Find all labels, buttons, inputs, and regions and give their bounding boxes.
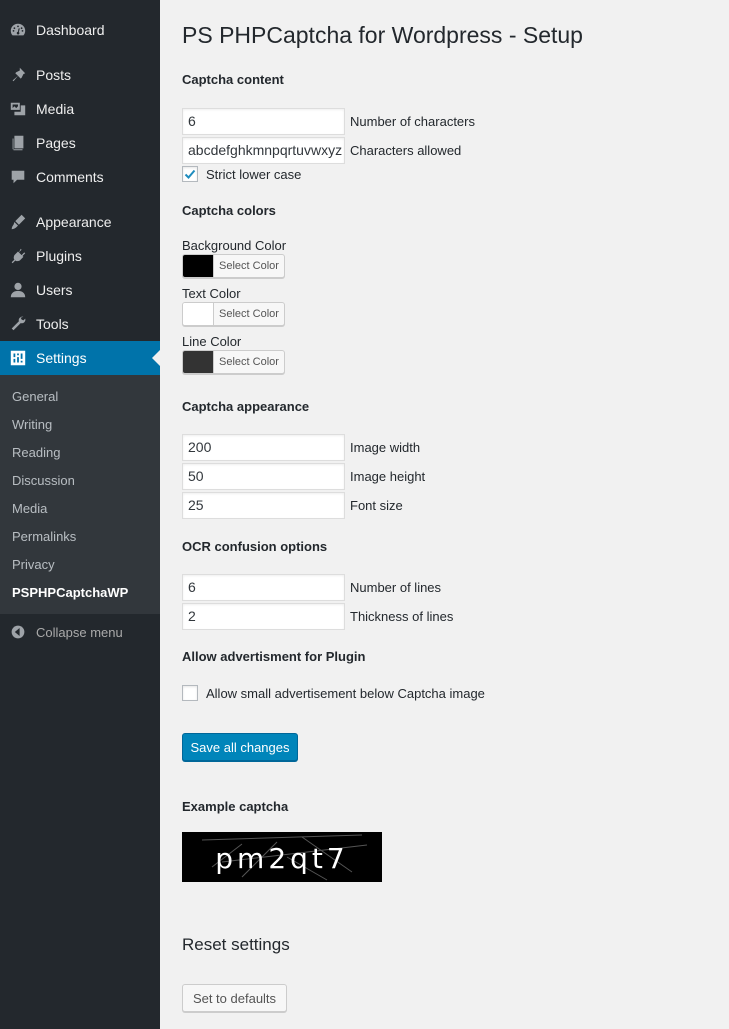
menu-label: Appearance [36,214,112,230]
num-lines-input[interactable]: 6 [182,574,345,601]
submenu-general[interactable]: General [12,389,58,404]
reset-settings-heading: Reset settings [182,935,290,954]
submenu-permalinks[interactable]: Permalinks [12,529,76,544]
active-indicator [152,350,160,366]
menu-tools[interactable]: Tools [0,307,160,341]
settings-icon [0,349,36,367]
font-size-input[interactable]: 25 [182,492,345,519]
collapse-icon [0,624,36,640]
section-advertisment: Allow advertisment for Plugin [182,649,366,664]
chars-allowed-label: Characters allowed [350,143,462,158]
submenu-discussion[interactable]: Discussion [12,473,75,488]
page-title: PS PHPCaptcha for Wordpress - Setup [182,22,583,48]
color-swatch [183,255,214,277]
menu-label: Settings [36,350,87,366]
section-captcha-colors: Captcha colors [182,203,276,218]
background-color-picker[interactable]: Select Color [182,254,285,278]
menu-label: Posts [36,67,72,83]
checkmark-icon [184,169,196,179]
menu-label: Users [36,282,73,298]
chars-allowed-input[interactable]: abcdefghkmnpqrtuvwxyz [182,137,345,164]
admin-sidebar: Dashboard Posts Media Pages Comments App… [0,0,160,1029]
section-ocr-options: OCR confusion options [182,539,328,554]
background-color-label: Background Color [182,238,287,253]
captcha-text: pm2qt7 [215,842,349,875]
menu-users[interactable]: Users [0,273,160,307]
section-captcha-appearance: Captcha appearance [182,399,310,414]
num-lines-label: Number of lines [350,580,442,595]
settings-submenu: General Writing Reading Discussion Media… [0,375,160,614]
submenu-psphpcaptchawp[interactable]: PSPHPCaptchaWP [12,585,128,600]
comment-icon [0,168,36,186]
menu-pages[interactable]: Pages [0,126,160,160]
text-color-picker[interactable]: Select Color [182,302,285,326]
line-thickness-label: Thickness of lines [350,609,454,624]
menu-media[interactable]: Media [0,92,160,126]
menu-label: Media [36,101,75,117]
image-width-input[interactable]: 200 [182,434,345,461]
brush-icon [0,213,36,231]
menu-label: Dashboard [36,22,105,38]
menu-appearance[interactable]: Appearance [0,205,160,239]
image-height-input[interactable]: 50 [182,463,345,490]
collapse-menu-button[interactable]: Collapse menu [0,620,160,644]
strict-lower-label: Strict lower case [206,167,302,182]
advert-checkbox-label: Allow small advertisement below Captcha … [206,686,485,701]
font-size-label: Font size [350,498,403,513]
text-color-label: Text Color [182,286,241,301]
submenu-privacy[interactable]: Privacy [12,557,55,572]
save-all-changes-button[interactable]: Save all changes [182,733,298,761]
menu-plugins[interactable]: Plugins [0,239,160,273]
captcha-image: pm2qt7 [182,832,382,882]
color-swatch [183,303,214,325]
select-color-text: Select Color [219,260,279,272]
submenu-media[interactable]: Media [12,501,47,516]
color-swatch [183,351,214,373]
submenu-reading[interactable]: Reading [12,445,60,460]
dashboard-icon [0,21,36,39]
collapse-label: Collapse menu [36,624,123,640]
plug-icon [0,247,36,265]
strict-lower-checkbox[interactable] [182,166,198,182]
menu-label: Plugins [36,248,82,264]
menu-dashboard[interactable]: Dashboard [0,13,160,47]
section-example-captcha: Example captcha [182,799,289,814]
line-color-label: Line Color [182,334,242,349]
set-to-defaults-button[interactable]: Set to defaults [182,984,287,1012]
pages-icon [0,134,36,152]
image-height-label: Image height [350,469,426,484]
media-icon [0,100,36,118]
select-color-text: Select Color [219,308,279,320]
menu-label: Comments [36,169,104,185]
section-captcha-content: Captcha content [182,72,284,87]
menu-comments[interactable]: Comments [0,160,160,194]
select-color-text: Select Color [219,356,279,368]
advert-checkbox[interactable] [182,685,198,701]
menu-label: Pages [36,135,76,151]
menu-label: Tools [36,316,69,332]
menu-settings[interactable]: Settings [0,341,160,375]
wrench-icon [0,315,36,333]
pin-icon [0,66,36,84]
num-chars-input[interactable]: 6 [182,108,345,135]
submenu-writing[interactable]: Writing [12,417,52,432]
image-width-label: Image width [350,440,421,455]
line-color-picker[interactable]: Select Color [182,350,285,374]
menu-posts[interactable]: Posts [0,58,160,92]
num-chars-label: Number of characters [350,114,475,129]
user-icon [0,281,36,299]
line-thickness-input[interactable]: 2 [182,603,345,630]
